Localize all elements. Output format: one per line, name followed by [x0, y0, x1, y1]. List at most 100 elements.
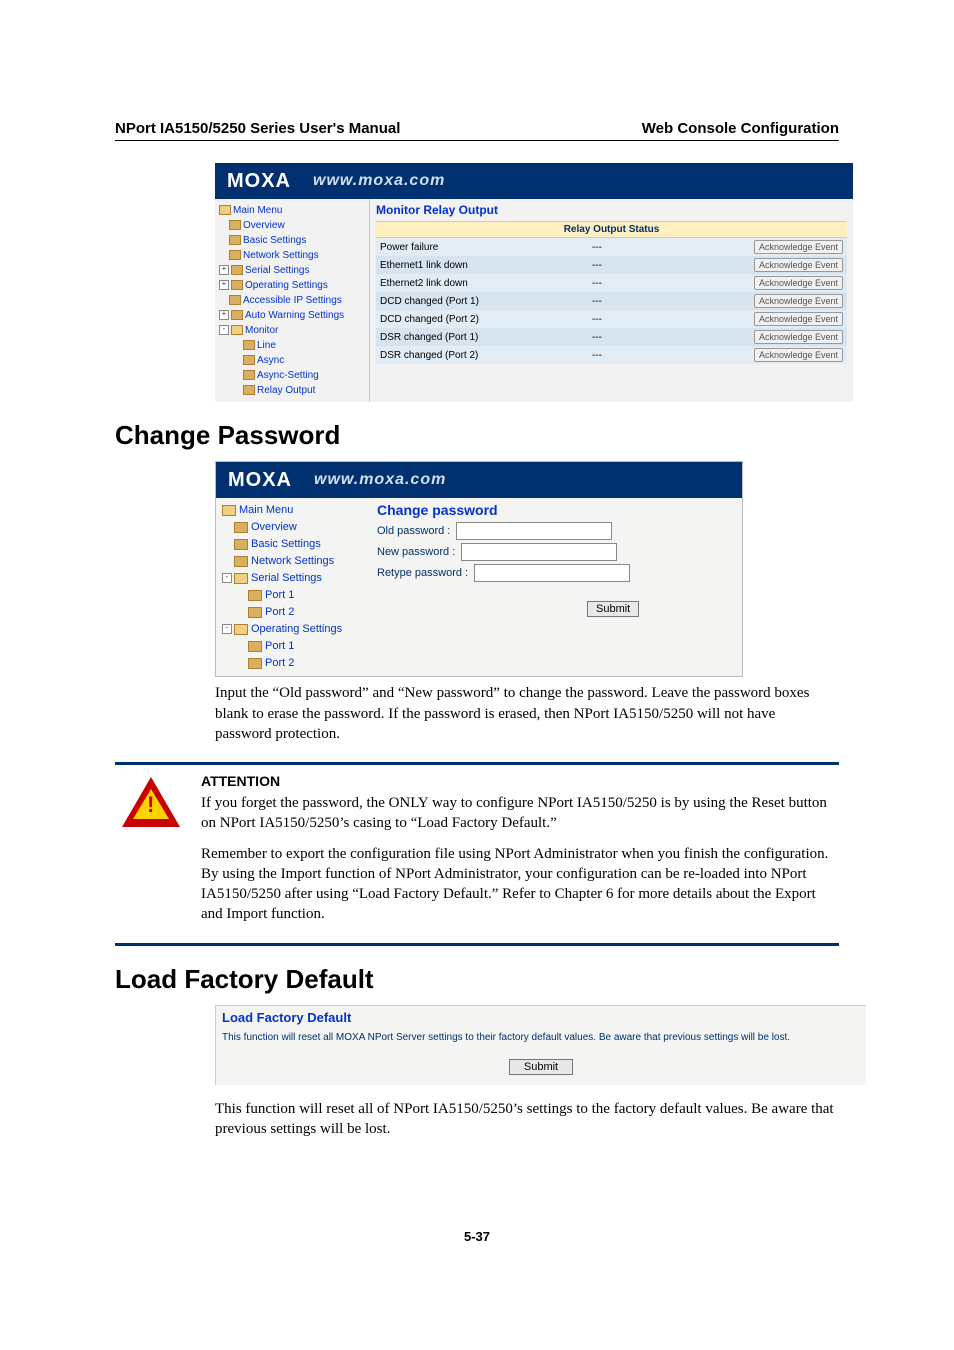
new-password-input[interactable] — [461, 543, 617, 561]
folder-icon — [231, 310, 243, 320]
table-row: Ethernet1 link down--- Acknowledge Event — [376, 256, 847, 274]
heading-load-factory-default: Load Factory Default — [115, 964, 839, 995]
expand-icon[interactable]: + — [219, 310, 229, 320]
panel-title-monitor-relay: Monitor Relay Output — [376, 203, 847, 217]
folder-icon — [243, 385, 255, 395]
retype-password-input[interactable] — [474, 564, 630, 582]
folder-icon — [248, 607, 262, 618]
table-row: DCD changed (Port 1)--- Acknowledge Event — [376, 292, 847, 310]
folder-icon — [234, 539, 248, 550]
tree-accessible-ip[interactable]: Accessible IP Settings — [243, 295, 342, 306]
folder-icon — [248, 641, 262, 652]
acknowledge-button[interactable]: Acknowledge Event — [754, 348, 843, 362]
nav-tree: Main Menu Overview Basic Settings Networ… — [215, 199, 370, 402]
folder-open-icon — [234, 624, 248, 635]
moxa-logo: MOXA — [227, 170, 291, 193]
page-number: 5-37 — [115, 1229, 839, 1244]
tree-operating-settings[interactable]: Operating Settings — [245, 280, 328, 291]
event-cell: Ethernet1 link down — [376, 256, 588, 274]
moxa-url: www.moxa.com — [313, 172, 445, 190]
tree-operating-port2[interactable]: Port 2 — [265, 657, 294, 669]
nav-tree: Main Menu Overview Basic Settings Networ… — [216, 498, 369, 676]
acknowledge-button[interactable]: Acknowledge Event — [754, 294, 843, 308]
table-row: DSR changed (Port 2)--- Acknowledge Event — [376, 346, 847, 364]
para-change-password: Input the “Old password” and “New passwo… — [215, 683, 835, 744]
acknowledge-button[interactable]: Acknowledge Event — [754, 330, 843, 344]
folder-icon — [229, 250, 241, 260]
attention-p1: If you forget the password, the ONLY way… — [201, 793, 839, 834]
attention-icon: ! — [115, 773, 187, 935]
attention-box: ! ATTENTION If you forget the password, … — [115, 762, 839, 946]
folder-icon — [248, 658, 262, 669]
new-password-label: New password : — [377, 546, 455, 558]
tree-basic-settings[interactable]: Basic Settings — [243, 235, 306, 246]
folder-icon — [229, 220, 241, 230]
tree-main-menu[interactable]: Main Menu — [233, 205, 282, 216]
table-header-relay-status: Relay Output Status — [376, 222, 847, 238]
folder-icon — [234, 556, 248, 567]
tree-line[interactable]: Line — [257, 340, 276, 351]
retype-password-label: Retype password : — [377, 567, 468, 579]
folder-open-icon — [234, 573, 248, 584]
tree-async[interactable]: Async — [257, 355, 284, 366]
folder-icon — [231, 280, 243, 290]
tree-serial-port1[interactable]: Port 1 — [265, 589, 294, 601]
tree-auto-warning[interactable]: Auto Warning Settings — [245, 310, 344, 321]
tree-network-settings[interactable]: Network Settings — [251, 555, 334, 567]
tree-overview[interactable]: Overview — [243, 220, 285, 231]
expand-icon[interactable]: + — [219, 280, 229, 290]
brand-band: MOXA www.moxa.com — [216, 462, 742, 498]
event-cell: Ethernet2 link down — [376, 274, 588, 292]
status-cell: --- — [588, 256, 729, 274]
status-cell: --- — [588, 310, 729, 328]
old-password-label: Old password : — [377, 525, 450, 537]
tree-network-settings[interactable]: Network Settings — [243, 250, 319, 261]
acknowledge-button[interactable]: Acknowledge Event — [754, 312, 843, 326]
event-cell: DCD changed (Port 2) — [376, 310, 588, 328]
folder-open-icon — [231, 325, 243, 335]
submit-button[interactable]: Submit — [587, 601, 639, 617]
tree-async-setting[interactable]: Async-Setting — [257, 370, 319, 381]
collapse-icon[interactable]: - — [222, 624, 232, 634]
tree-overview[interactable]: Overview — [251, 521, 297, 533]
collapse-icon[interactable]: - — [222, 573, 232, 583]
table-row: DCD changed (Port 2)--- Acknowledge Event — [376, 310, 847, 328]
header-right: Web Console Configuration — [642, 120, 839, 137]
folder-icon — [243, 355, 255, 365]
table-row: Ethernet2 link down---Acknowledge Event — [376, 274, 847, 292]
collapse-icon[interactable]: - — [219, 325, 229, 335]
expand-icon[interactable]: + — [219, 265, 229, 275]
tree-basic-settings[interactable]: Basic Settings — [251, 538, 321, 550]
event-cell: DCD changed (Port 1) — [376, 292, 588, 310]
folder-icon — [229, 235, 241, 245]
tree-relay-output[interactable]: Relay Output — [257, 385, 315, 396]
tree-operating-settings[interactable]: Operating Settings — [251, 623, 342, 635]
tree-serial-settings[interactable]: Serial Settings — [245, 265, 309, 276]
submit-button[interactable]: Submit — [509, 1059, 573, 1075]
status-cell: --- — [588, 346, 729, 364]
folder-icon — [243, 340, 255, 350]
tree-serial-port2[interactable]: Port 2 — [265, 606, 294, 618]
table-row: Power failure---Acknowledge Event — [376, 238, 847, 257]
tree-monitor[interactable]: Monitor — [245, 325, 278, 336]
status-cell: --- — [588, 292, 729, 310]
brand-band: MOXA www.moxa.com — [215, 163, 853, 199]
panel-title-change-password: Change password — [377, 502, 734, 518]
folder-icon — [234, 522, 248, 533]
event-cell: DSR changed (Port 2) — [376, 346, 588, 364]
panel-title-load-factory-default: Load Factory Default — [222, 1010, 860, 1025]
acknowledge-button[interactable]: Acknowledge Event — [754, 240, 843, 254]
tree-operating-port1[interactable]: Port 1 — [265, 640, 294, 652]
screenshot-load-factory-default: Load Factory Default This function will … — [215, 1005, 866, 1085]
old-password-input[interactable] — [456, 522, 612, 540]
load-factory-warning: This function will reset all MOXA NPort … — [222, 1031, 860, 1045]
relay-output-table: Relay Output Status Power failure---Ackn… — [376, 221, 847, 364]
attention-label: ATTENTION — [201, 773, 839, 789]
folder-icon — [243, 370, 255, 380]
acknowledge-button[interactable]: Acknowledge Event — [754, 276, 843, 290]
tree-main-menu[interactable]: Main Menu — [239, 504, 293, 516]
acknowledge-button[interactable]: Acknowledge Event — [754, 258, 843, 272]
tree-serial-settings[interactable]: Serial Settings — [251, 572, 322, 584]
moxa-logo: MOXA — [228, 469, 292, 492]
doc-header: NPort IA5150/5250 Series User's Manual W… — [115, 120, 839, 141]
